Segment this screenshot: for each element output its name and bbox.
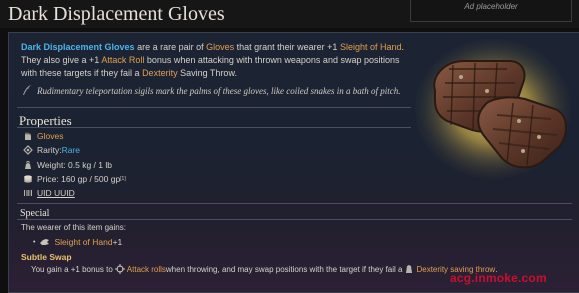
divider xyxy=(17,107,411,108)
sleight-of-hand-link[interactable]: Sleight of Hand xyxy=(340,42,402,52)
gloves-icon xyxy=(25,132,31,140)
dexterity-icon xyxy=(406,265,413,273)
wearer-gains-text: The wearer of this item gains: xyxy=(21,223,126,232)
title-bar: Dark Displacement Gloves Ad placeholder xyxy=(0,0,579,28)
property-price: Price: 160 gp / 500 gp [1] xyxy=(23,173,126,185)
gloves-link[interactable]: Gloves xyxy=(206,42,234,52)
quill-icon xyxy=(23,85,31,95)
page-title: Dark Displacement Gloves xyxy=(8,3,225,25)
item-name-link[interactable]: Dark Displacement Gloves xyxy=(21,42,135,52)
coin-icon xyxy=(24,175,32,183)
dexterity-link[interactable]: Dexterity xyxy=(142,68,178,78)
ad-placeholder: Ad placeholder xyxy=(410,0,572,22)
divider xyxy=(17,203,572,204)
feature-title: Subtle Swap xyxy=(21,252,72,262)
gloves-image xyxy=(415,39,571,179)
hand-icon xyxy=(40,239,50,245)
divider xyxy=(17,127,411,128)
attack-roll-link[interactable]: Attack Roll xyxy=(101,55,144,65)
property-uid: UID UUID xyxy=(23,187,75,199)
watermark: acg.inmoke.com xyxy=(450,271,547,285)
property-category: Gloves xyxy=(23,130,63,142)
uid-link[interactable]: UID UUID xyxy=(37,188,75,198)
weight-icon xyxy=(25,160,31,169)
category-link[interactable]: Gloves xyxy=(37,131,63,141)
rarity-icon xyxy=(23,145,33,155)
item-panel: Dark Displacement Gloves are a rare pair… xyxy=(8,32,579,293)
feature-description: You gain a +1 bonus to Attack rolls when… xyxy=(31,264,498,274)
rarity-value[interactable]: Rare xyxy=(62,145,80,155)
crosshair-icon xyxy=(114,264,125,274)
special-header: Special xyxy=(20,208,50,219)
boost-item: • Sleight of Hand +1 xyxy=(33,237,123,247)
flavor-text: Rudimentary teleportation sigils mark th… xyxy=(37,86,401,96)
property-weight: Weight: 0.5 kg / 1 lb xyxy=(23,159,112,171)
price-footnote[interactable]: [1] xyxy=(120,176,126,182)
property-rarity: Rarity: Rare xyxy=(23,144,80,156)
boost-sleight-of-hand-link[interactable]: Sleight of Hand xyxy=(54,237,112,247)
item-description: Dark Displacement Gloves are a rare pair… xyxy=(21,42,404,78)
attack-rolls-link[interactable]: Attack rolls xyxy=(127,265,166,274)
divider xyxy=(17,219,572,220)
barcode-icon xyxy=(24,190,32,196)
